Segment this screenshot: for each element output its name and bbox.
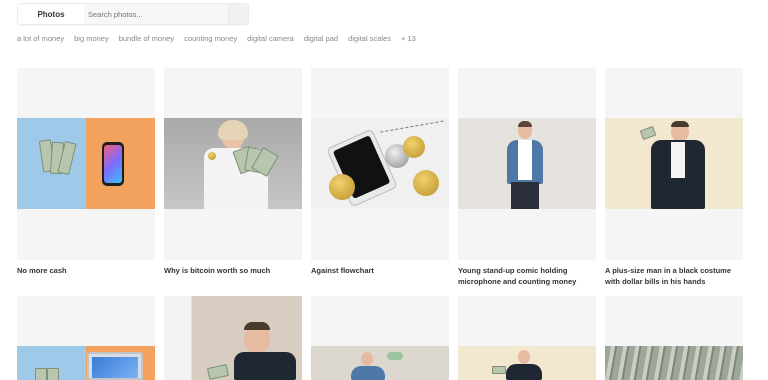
photo-caption-line2: microphone and counting money xyxy=(458,277,577,286)
tag-more-count[interactable]: + 13 xyxy=(401,34,416,44)
photo-tile-bitcoin-worth[interactable] xyxy=(164,68,302,260)
photo-caption-line1: Young stand-up comic holding xyxy=(458,266,568,275)
photo-image xyxy=(311,118,449,209)
photo-image xyxy=(605,346,743,380)
tag-item[interactable]: digital scales xyxy=(348,34,391,44)
photo-caption[interactable]: Why is bitcoin worth so much xyxy=(164,265,270,276)
photo-caption-line2: with dollar bills in his hands xyxy=(605,277,706,286)
photo-image xyxy=(17,118,155,209)
photo-caption[interactable]: A plus-size man in a black costume with … xyxy=(605,265,731,287)
photo-tile-plus-size-man[interactable] xyxy=(605,68,743,260)
photo-image xyxy=(605,118,743,209)
tag-item[interactable]: bundle of money xyxy=(119,34,174,44)
photo-caption[interactable]: No more cash xyxy=(17,265,67,276)
photo-tile-row2-5[interactable] xyxy=(605,296,743,380)
tag-item[interactable]: big money xyxy=(74,34,109,44)
photo-caption-line1: A plus-size man in a black costume xyxy=(605,266,732,275)
photo-tile-no-more-cash[interactable] xyxy=(17,68,155,260)
search-input[interactable] xyxy=(84,4,228,24)
tag-item[interactable]: counting money xyxy=(184,34,237,44)
photo-caption[interactable]: Against flowchart xyxy=(311,265,374,276)
search-bar: Photos xyxy=(17,3,249,25)
photo-tile-against-flowchart[interactable] xyxy=(311,68,449,260)
photo-image xyxy=(17,346,155,380)
search-icon[interactable] xyxy=(228,4,248,24)
photo-image xyxy=(164,118,302,209)
photo-tile-row2-4[interactable] xyxy=(458,296,596,380)
photo-caption[interactable]: Young stand-up comic holding microphone … xyxy=(458,265,576,287)
photo-image xyxy=(311,346,449,380)
photo-image xyxy=(458,346,596,380)
tag-item[interactable]: digital pad xyxy=(304,34,338,44)
related-tags: a lot of money big money bundle of money… xyxy=(17,34,416,44)
tag-item[interactable]: digital camera xyxy=(247,34,294,44)
photo-image xyxy=(458,118,596,209)
photo-image xyxy=(164,296,302,380)
search-scope-photos[interactable]: Photos xyxy=(18,10,84,19)
photo-tile-row2-3[interactable] xyxy=(311,296,449,380)
photo-tile-row2-1[interactable] xyxy=(17,296,155,380)
photo-tile-row2-2[interactable] xyxy=(164,296,302,380)
photo-tile-standup-comic[interactable] xyxy=(458,68,596,260)
tag-item[interactable]: a lot of money xyxy=(17,34,64,44)
